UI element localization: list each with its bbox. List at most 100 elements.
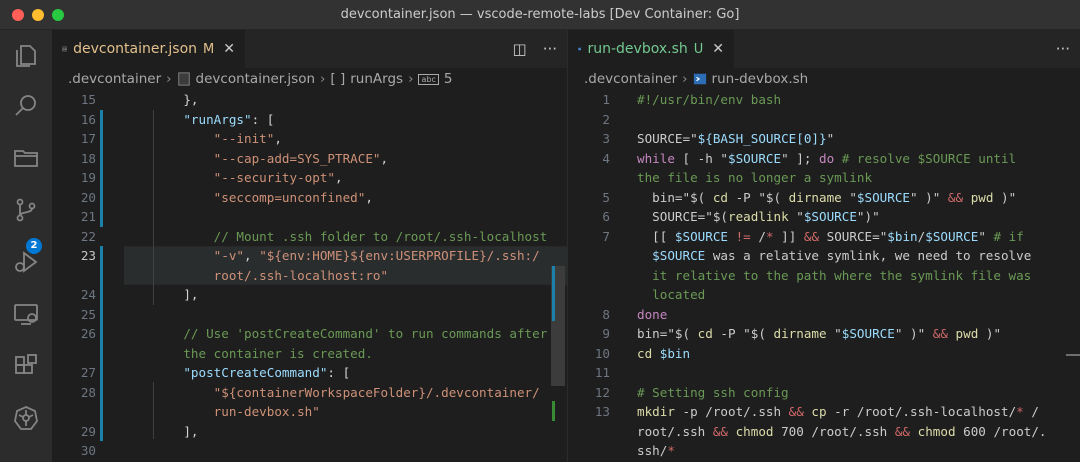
code-line[interactable]: 11 bbox=[568, 363, 1080, 383]
code-line[interactable]: 25 bbox=[52, 305, 567, 325]
line-number: 22 bbox=[80, 228, 96, 244]
code-line[interactable]: ssh/* bbox=[568, 441, 1080, 461]
code-text: run-devbox.sh" bbox=[213, 404, 320, 419]
code-line[interactable]: 17 "--init", bbox=[52, 129, 567, 149]
activity-bar: 2 bbox=[0, 30, 52, 462]
code-text: # Setting ssh config bbox=[637, 384, 789, 400]
run-debug-icon[interactable] bbox=[12, 248, 40, 276]
code-line[interactable]: 2 bbox=[568, 110, 1080, 130]
line-number: 3 bbox=[602, 131, 610, 146]
breadcrumb-file[interactable]: devcontainer.json bbox=[196, 71, 315, 87]
line-number: 18 bbox=[80, 150, 96, 166]
code-line[interactable]: 23 "-v", "${env:HOME}${env:USERPROFILE}/… bbox=[52, 246, 567, 266]
code-line[interactable]: 28 "${containerWorkspaceFolder}/.devcont… bbox=[52, 383, 567, 403]
code-line[interactable]: $SOURCE was a relative symlink, we need … bbox=[568, 246, 1080, 266]
search-icon[interactable] bbox=[12, 92, 40, 120]
source-control-icon[interactable] bbox=[12, 196, 40, 224]
right-tab-bar: run-devbox.sh U ✕ ··· bbox=[568, 30, 1080, 68]
code-text: root/.ssh-localhost:ro" bbox=[213, 267, 389, 283]
code-text: // Use 'postCreateCommand' to run comman… bbox=[183, 326, 548, 341]
code-text: the container is created. bbox=[153, 345, 373, 361]
code-line[interactable]: 30 bbox=[52, 441, 567, 461]
code-line[interactable]: 15 }, bbox=[52, 90, 567, 110]
left-tab-bar: JSON devcontainer.json M ✕ ◫ ··· bbox=[52, 30, 567, 68]
code-line[interactable]: 4 while [ -h "$SOURCE" ]; do # resolve $S… bbox=[568, 149, 1080, 169]
code-line[interactable]: 5 bin="$( cd -P "$( dirname "$SOURCE" )"… bbox=[568, 188, 1080, 208]
window-title: devcontainer.json — vscode-remote-labs [… bbox=[340, 7, 740, 22]
code-line[interactable]: root/.ssh && chmod 700 /root/.ssh && chm… bbox=[568, 422, 1080, 442]
close-icon[interactable]: ✕ bbox=[223, 41, 235, 57]
code-line[interactable]: 7 [[ $SOURCE != /* ]] && SOURCE="$bin/$S… bbox=[568, 227, 1080, 247]
code-line[interactable]: 19 "--security-opt", bbox=[52, 168, 567, 188]
kubernetes-icon[interactable] bbox=[12, 404, 40, 432]
split-editor-icon[interactable]: ◫ bbox=[513, 40, 527, 58]
breadcrumb: .devcontainer › run-devbox.sh bbox=[568, 68, 1080, 90]
line-number: 10 bbox=[594, 345, 610, 361]
json-file-icon: JSON bbox=[62, 46, 67, 52]
line-number: 20 bbox=[80, 189, 96, 205]
line-number: 15 bbox=[80, 92, 96, 107]
more-actions-icon[interactable]: ··· bbox=[543, 40, 557, 58]
code-text: while [ -h "$SOURCE" ]; do # resolve $SO… bbox=[637, 150, 1017, 166]
code-line[interactable]: 1 #!/usr/bin/env bash bbox=[568, 90, 1080, 110]
code-line[interactable]: 6 SOURCE="$(readlink "$SOURCE")" bbox=[568, 207, 1080, 227]
right-editor-actions: ··· bbox=[1056, 40, 1070, 58]
line-number: 19 bbox=[80, 170, 96, 185]
code-line[interactable]: 21 bbox=[52, 207, 567, 227]
code-text: "--cap-add=SYS_PTRACE", bbox=[213, 150, 389, 166]
code-line[interactable]: 22 // Mount .ssh folder to /root/.ssh-lo… bbox=[52, 227, 567, 247]
code-line[interactable]: the container is created. bbox=[52, 344, 567, 364]
code-line[interactable]: 9 bin="$( cd -P "$( dirname "$SOURCE" )" … bbox=[568, 324, 1080, 344]
breadcrumb-element[interactable]: 5 bbox=[444, 71, 453, 87]
code-editor-left[interactable]: 15 }, 16 "runArgs": [17 "--init", 18 "--ca… bbox=[52, 90, 567, 462]
code-line[interactable]: run-devbox.sh" bbox=[52, 402, 567, 422]
code-line[interactable]: 8 done bbox=[568, 305, 1080, 325]
tab-run-devbox-sh[interactable]: run-devbox.sh U ✕ bbox=[568, 30, 734, 68]
code-text: ssh/* bbox=[637, 443, 675, 458]
line-number: 5 bbox=[602, 189, 610, 205]
code-line[interactable]: 12 # Setting ssh config bbox=[568, 383, 1080, 403]
code-line[interactable]: it relative to the path where the symlin… bbox=[568, 266, 1080, 286]
code-line[interactable]: the file is no longer a symlink bbox=[568, 168, 1080, 188]
code-line[interactable]: 20 "seccomp=unconfined", bbox=[52, 188, 567, 208]
untracked-indicator: U bbox=[693, 41, 704, 57]
chevron-right-icon: › bbox=[320, 71, 326, 87]
code-line[interactable]: root/.ssh-localhost:ro" bbox=[52, 266, 567, 286]
code-line[interactable]: 16 "runArgs": [ bbox=[52, 110, 567, 130]
breadcrumb-folder[interactable]: .devcontainer bbox=[68, 71, 161, 87]
line-number: 21 bbox=[80, 209, 96, 224]
code-text: located bbox=[637, 287, 706, 302]
folder-icon[interactable] bbox=[12, 144, 40, 172]
line-number: 26 bbox=[80, 326, 96, 341]
close-icon[interactable]: ✕ bbox=[712, 41, 724, 57]
breadcrumb-folder[interactable]: .devcontainer bbox=[584, 71, 677, 87]
code-text: it relative to the path where the symlin… bbox=[637, 267, 1032, 283]
code-line[interactable]: 10 cd $bin bbox=[568, 344, 1080, 364]
more-actions-icon[interactable]: ··· bbox=[1056, 40, 1070, 58]
breadcrumb-symbol[interactable]: runArgs bbox=[350, 71, 403, 87]
code-line[interactable]: located bbox=[568, 285, 1080, 305]
code-text: "postCreateCommand": [ bbox=[183, 365, 351, 380]
code-editor-right[interactable]: 1 #!/usr/bin/env bash 2 3 SOURCE="${BASH_SOU… bbox=[568, 90, 1080, 462]
code-line[interactable]: 27 "postCreateCommand": [ bbox=[52, 363, 567, 383]
extensions-icon[interactable] bbox=[12, 352, 40, 380]
code-text: root/.ssh && chmod 700 /root/.ssh && chm… bbox=[637, 423, 1047, 439]
tab-devcontainer-json[interactable]: JSON devcontainer.json M ✕ bbox=[52, 30, 245, 68]
code-line[interactable]: 18 "--cap-add=SYS_PTRACE", bbox=[52, 149, 567, 169]
code-text: "-v", "${env:HOME}${env:USERPROFILE}/.ss… bbox=[213, 248, 540, 263]
line-number: 2 bbox=[602, 111, 610, 127]
remote-explorer-icon[interactable] bbox=[12, 300, 40, 328]
shell-file-icon bbox=[578, 47, 582, 51]
code-line[interactable]: 13 mkdir -p /root/.ssh && cp -r /root/.ss… bbox=[568, 402, 1080, 422]
code-text: $SOURCE was a relative symlink, we need … bbox=[652, 248, 1032, 263]
line-number: 29 bbox=[80, 423, 96, 439]
code-line[interactable]: 3 SOURCE="${BASH_SOURCE[0]}" bbox=[568, 129, 1080, 149]
breadcrumb-file[interactable]: run-devbox.sh bbox=[712, 71, 809, 87]
code-line[interactable]: 24 ], bbox=[52, 285, 567, 305]
tab-label: devcontainer.json bbox=[73, 41, 198, 57]
code-line[interactable]: 29 ], bbox=[52, 422, 567, 442]
explorer-icon[interactable] bbox=[12, 42, 40, 70]
code-text: "runArgs": [ bbox=[183, 111, 275, 127]
line-number: 4 bbox=[602, 150, 610, 166]
code-line[interactable]: 26 // Use 'postCreateCommand' to run com… bbox=[52, 324, 567, 344]
